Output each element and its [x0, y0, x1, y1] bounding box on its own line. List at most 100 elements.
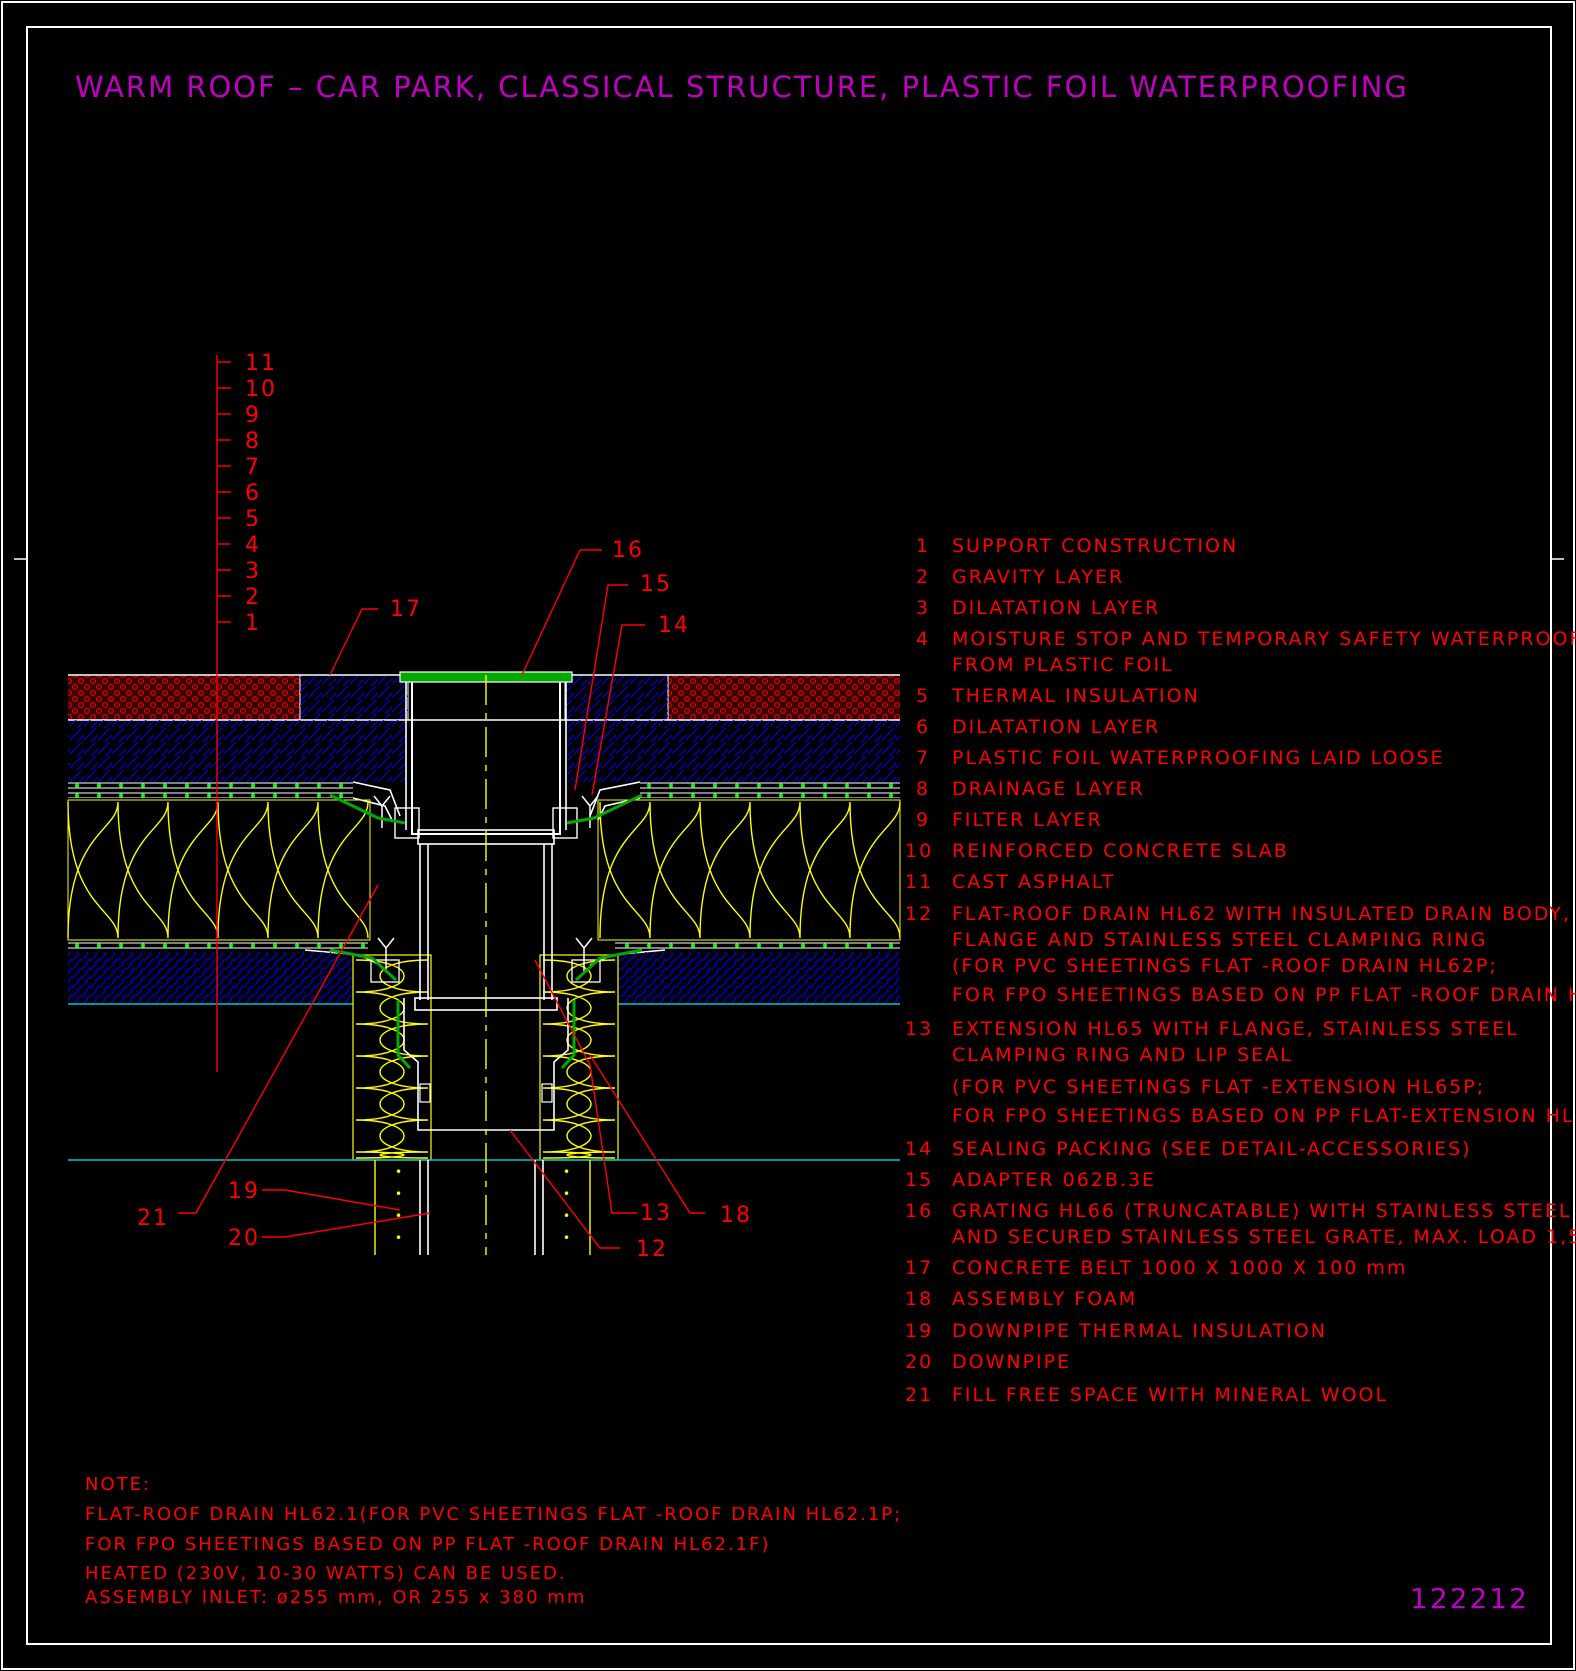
svg-text:•: •: [395, 1187, 404, 1201]
legend-number: 21: [905, 1384, 933, 1406]
legend-number: 14: [905, 1138, 933, 1160]
roof-section: • • • • • • • • 1110987654321 16 15 14 17 1…: [67, 351, 901, 1262]
legend-text: GRATING HL66 (TRUNCATABLE) WITH STAINLES…: [952, 1200, 1576, 1222]
legend-text: CAST ASPHALT: [952, 871, 1115, 893]
legend-text: (FOR PVC SHEETINGS FLAT -ROOF DRAIN HL62…: [952, 955, 1498, 977]
callout-15: 15: [640, 572, 672, 597]
cast-asphalt-left: [68, 675, 300, 720]
legend-number: 19: [905, 1320, 933, 1342]
legend-number: 2: [916, 566, 930, 588]
legend: 1 SUPPORT CONSTRUCTION 2 GRAVITY LAYER 3 DILA…: [905, 535, 1576, 1406]
note-line-2: FOR FPO SHEETINGS BASED ON PP FLAT -ROOF…: [85, 1534, 771, 1555]
callout-13: 13: [640, 1201, 672, 1226]
svg-text:•: •: [563, 1165, 572, 1179]
legend-text: DOWNPIPE: [952, 1351, 1071, 1373]
legend-number: 7: [916, 747, 930, 769]
legend-number: 15: [905, 1169, 933, 1191]
legend-text: DRAINAGE LAYER: [952, 778, 1145, 800]
legend-number: 16: [905, 1200, 933, 1222]
legend-text: DILATATION LAYER: [952, 716, 1160, 738]
legend-number: 18: [905, 1288, 933, 1310]
callout-20: 20: [228, 1226, 260, 1251]
legend-text: CONCRETE BELT 1000 X 1000 X 100 mm: [952, 1257, 1407, 1279]
layer-label: 1: [245, 611, 261, 636]
legend-text: FROM PLASTIC FOIL: [952, 654, 1174, 676]
outer-frame: [1, 1, 1575, 1670]
callout-18: 18: [720, 1203, 752, 1228]
callout-14: 14: [658, 613, 690, 638]
svg-text:•: •: [395, 1231, 404, 1245]
upper-foil-left: [68, 782, 353, 798]
legend-number: 5: [916, 685, 930, 707]
legend-text: FLAT-ROOF DRAIN HL62 WITH INSULATED DRAI…: [952, 903, 1571, 925]
lower-foil-left: [68, 940, 368, 952]
drawing-number: 122212: [1410, 1582, 1529, 1615]
legend-text: MOISTURE STOP AND TEMPORARY SAFETY WATER…: [952, 628, 1576, 650]
layer-label: 5: [245, 507, 261, 532]
legend-text: REINFORCED CONCRETE SLAB: [952, 840, 1289, 862]
svg-text:•: •: [563, 1187, 572, 1201]
svg-text:•: •: [395, 1209, 404, 1223]
note-line-4: ASSEMBLY INLET: ø255 mm, OR 255 x 380 mm: [85, 1587, 586, 1608]
upper-foil-right: [640, 782, 900, 798]
support-construction-left: [68, 952, 353, 1004]
legend-number: 6: [916, 716, 930, 738]
legend-text: FOR FPO SHEETINGS BASED ON PP FLAT -ROOF…: [952, 984, 1576, 1006]
callout-12: 12: [636, 1237, 668, 1262]
legend-number: 9: [916, 809, 930, 831]
layer-label: 9: [245, 403, 261, 428]
legend-number: 12: [905, 903, 933, 925]
legend-text: SUPPORT CONSTRUCTION: [952, 535, 1238, 557]
legend-number: 8: [916, 778, 930, 800]
layer-label: 11: [245, 351, 277, 376]
legend-number: 10: [905, 840, 933, 862]
legend-text: EXTENSION HL65 WITH FLANGE, STAINLESS ST…: [952, 1018, 1519, 1040]
layer-label: 2: [245, 585, 261, 610]
legend-text: SEALING PACKING (SEE DETAIL-ACCESSORIES): [952, 1138, 1472, 1160]
legend-text: GRAVITY LAYER: [952, 566, 1124, 588]
legend-number: 13: [905, 1018, 933, 1040]
concrete-slab-left: [68, 720, 406, 782]
legend-text: FILTER LAYER: [952, 809, 1103, 831]
legend-text: DOWNPIPE THERMAL INSULATION: [952, 1320, 1327, 1342]
drawing-title: WARM ROOF – CAR PARK, CLASSICAL STRUCTUR…: [75, 70, 1409, 104]
legend-text: AND SECURED STAINLESS STEEL GRATE, MAX. …: [952, 1226, 1576, 1248]
callout-19: 19: [228, 1179, 260, 1204]
legend-text: DILATATION LAYER: [952, 597, 1160, 619]
legend-number: 4: [916, 628, 930, 650]
callout-17: 17: [390, 597, 422, 622]
note-heading: NOTE:: [85, 1474, 151, 1495]
legend-number: 17: [905, 1257, 933, 1279]
layer-label: 4: [245, 533, 261, 558]
support-construction-right: [618, 952, 900, 1004]
thermal-insulation-right: [597, 799, 901, 941]
legend-number: 11: [905, 871, 933, 893]
concrete-slab-right: [568, 720, 900, 782]
layer-label: 8: [245, 429, 261, 454]
svg-text:•: •: [395, 1165, 404, 1179]
legend-text: THERMAL INSULATION: [951, 685, 1200, 707]
legend-text: ASSEMBLY FOAM: [952, 1288, 1137, 1310]
legend-text: ADAPTER 062B.3E: [952, 1169, 1156, 1191]
svg-text:•: •: [563, 1209, 572, 1223]
legend-text: (FOR PVC SHEETINGS FLAT -EXTENSION HL65P…: [952, 1076, 1485, 1098]
layer-label: 7: [245, 455, 261, 480]
cast-asphalt-right: [668, 675, 900, 720]
legend-text: FILL FREE SPACE WITH MINERAL WOOL: [952, 1384, 1388, 1406]
note-line-3: HEATED (230V, 10-30 WATTS) CAN BE USED.: [85, 1563, 567, 1584]
callout-16: 16: [612, 538, 644, 563]
note-block: NOTE: FLAT-ROOF DRAIN HL62.1(FOR PVC SHE…: [85, 1474, 902, 1608]
layer-label: 3: [245, 559, 261, 584]
legend-text: PLASTIC FOIL WATERPROOFING LAID LOOSE: [952, 747, 1445, 769]
legend-number: 20: [905, 1351, 933, 1373]
layer-label: 6: [245, 481, 261, 506]
legend-number: 3: [916, 597, 930, 619]
legend-text: FOR FPO SHEETINGS BASED ON PP FLAT-EXTEN…: [952, 1105, 1576, 1127]
note-line-1: FLAT-ROOF DRAIN HL62.1(FOR PVC SHEETINGS…: [85, 1504, 902, 1525]
legend-text: CLAMPING RING AND LIP SEAL: [952, 1044, 1293, 1066]
callout-21: 21: [137, 1206, 169, 1231]
legend-text: FLANGE AND STAINLESS STEEL CLAMPING RING: [952, 929, 1487, 951]
svg-text:•: •: [563, 1231, 572, 1245]
layer-label: 10: [245, 377, 277, 402]
cad-drawing: WARM ROOF – CAR PARK, CLASSICAL STRUCTUR…: [1, 1, 1576, 1670]
